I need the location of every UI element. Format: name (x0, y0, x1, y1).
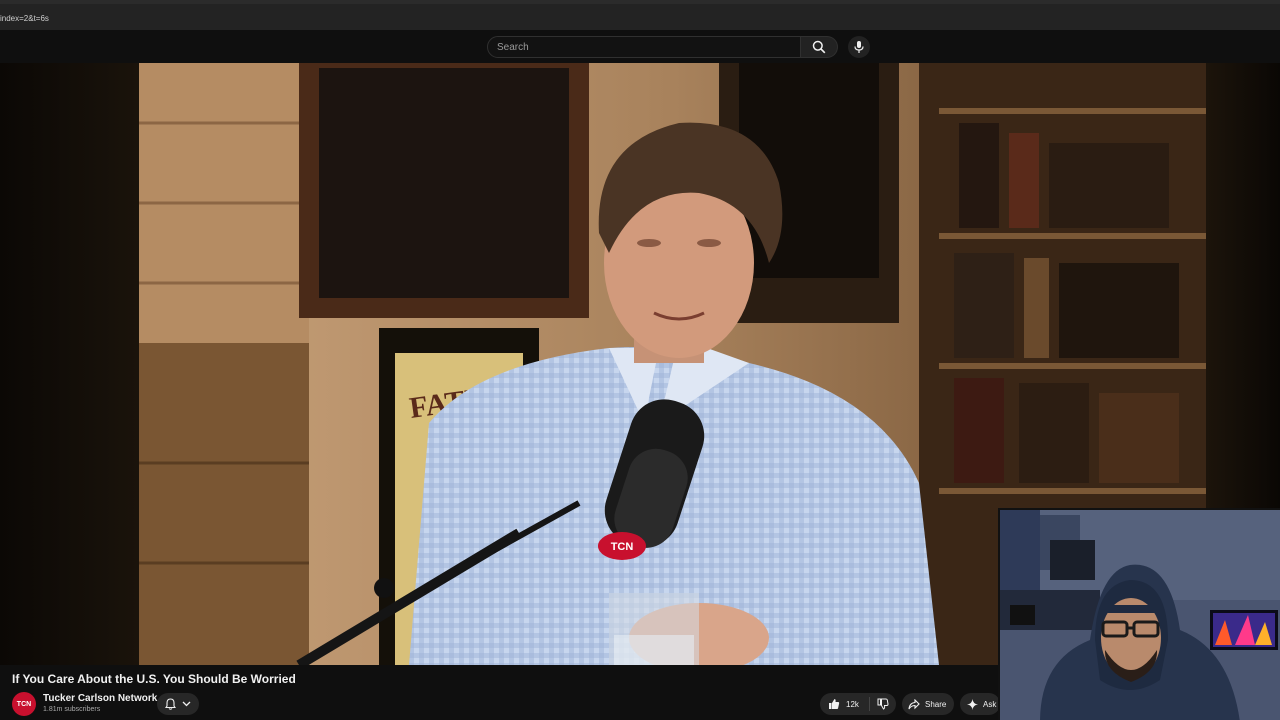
url-text: index=2&t=6s (0, 14, 49, 23)
ask-label: Ask (983, 699, 997, 709)
share-label: Share (925, 699, 947, 709)
search-icon (812, 40, 826, 54)
bell-icon (165, 698, 176, 710)
share-icon (908, 698, 920, 709)
player-left-ambient (0, 63, 139, 665)
channel-name[interactable]: Tucker Carlson Network (43, 693, 157, 704)
microphone-icon (854, 41, 864, 53)
chevron-down-icon (182, 701, 191, 707)
browser-address-bar[interactable]: index=2&t=6s (0, 0, 1280, 30)
like-count: 12k (846, 699, 859, 709)
notification-button[interactable] (157, 693, 199, 715)
like-dislike-group: 12k (820, 693, 896, 715)
search-button[interactable] (801, 36, 838, 58)
like-button[interactable]: 12k (820, 697, 870, 711)
channel-avatar[interactable]: TCN (12, 692, 36, 716)
thumbs-up-icon (829, 699, 840, 709)
search-placeholder: Search (497, 42, 529, 53)
share-button[interactable]: Share (902, 693, 954, 715)
dislike-button[interactable] (870, 698, 896, 710)
sparkle-icon (967, 698, 978, 710)
subscriber-count: 1.81m subscribers (43, 706, 101, 713)
search-input[interactable]: Search (487, 36, 801, 58)
thumbs-down-icon (877, 698, 889, 710)
webcam-frame (1000, 510, 1280, 720)
ask-button[interactable]: Ask (960, 693, 1000, 715)
player-right-ambient (1206, 63, 1280, 513)
video-title: If You Care About the U.S. You Should Be… (12, 672, 296, 686)
webcam-overlay (998, 508, 1280, 720)
voice-search-button[interactable] (848, 36, 870, 58)
mic-logo-text: TCN (611, 541, 634, 553)
channel-avatar-text: TCN (16, 700, 32, 708)
